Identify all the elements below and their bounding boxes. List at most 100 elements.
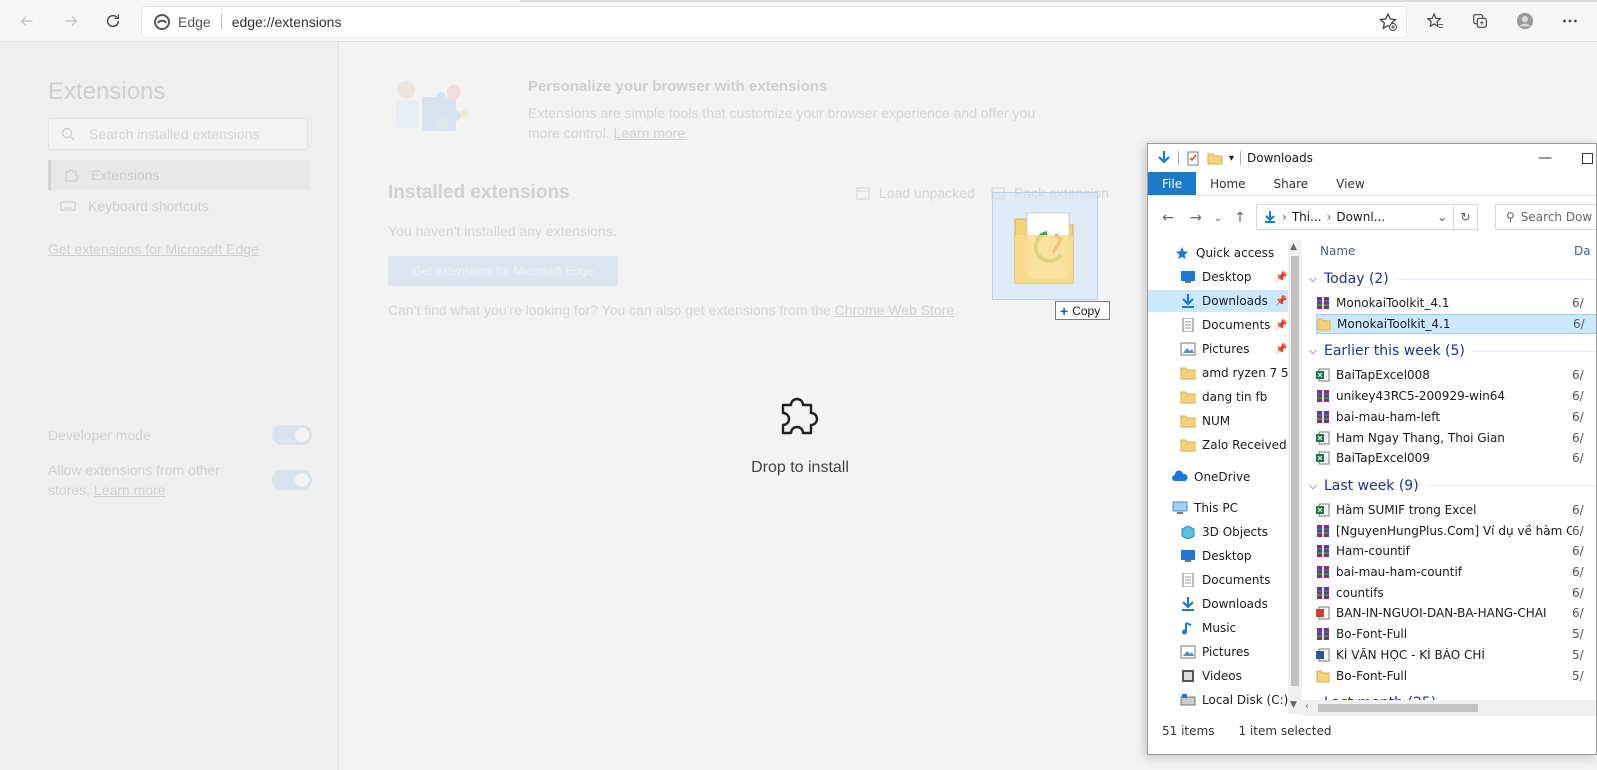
tree-onedrive[interactable]: OneDrive <box>1148 466 1288 488</box>
tree-item-videos[interactable]: Videos <box>1148 665 1288 687</box>
file-group-header[interactable]: ⌵ Earlier this week (5) <box>1306 340 1596 362</box>
tree-item-desktop[interactable]: Desktop 📌 <box>1148 266 1288 288</box>
profile-button[interactable] <box>1510 6 1540 36</box>
favorites-button[interactable] <box>1420 6 1450 36</box>
properties-icon[interactable] <box>1185 150 1201 166</box>
url-text[interactable]: edge://extensions <box>232 14 342 30</box>
address-bar[interactable]: Edge edge://extensions <box>142 7 1406 37</box>
file-group-header[interactable]: ⌵ Today (2) <box>1306 268 1596 290</box>
sidebar-item-keyboard-shortcuts[interactable]: Keyboard shortcuts <box>48 191 310 221</box>
file-row[interactable]: Bo-Font-Full 5/ <box>1316 624 1596 644</box>
chrome-web-store-link[interactable]: Chrome Web Store <box>835 302 955 318</box>
nav-forward-button[interactable]: → <box>1182 210 1210 226</box>
tree-this-pc[interactable]: This PC <box>1148 497 1288 519</box>
tree-item-documents[interactable]: Documents 📌 <box>1148 314 1288 336</box>
breadcrumb-downloads[interactable]: Downl... <box>1336 210 1385 224</box>
column-header-date[interactable]: Da <box>1574 244 1591 258</box>
tree-item-folder[interactable]: NUM <box>1148 410 1288 432</box>
chevron-down-icon[interactable]: ⌵ <box>1306 479 1320 493</box>
file-list-scrollbar[interactable]: ‹ <box>1302 700 1596 716</box>
tree-item-documents[interactable]: Documents <box>1148 569 1288 591</box>
minimize-button[interactable]: — <box>1538 150 1552 166</box>
download-arrow-icon[interactable] <box>1156 150 1172 166</box>
chevron-down-icon[interactable]: ⌄ <box>1437 210 1447 224</box>
add-favorite-icon[interactable] <box>1378 12 1398 32</box>
load-unpacked-button[interactable]: Load unpacked <box>855 185 975 201</box>
breadcrumb-this-pc[interactable]: Thi... <box>1292 210 1322 224</box>
search-extensions-input[interactable]: Search installed extensions <box>48 118 308 150</box>
allow-learn-more-link[interactable]: Learn more <box>94 482 166 498</box>
developer-mode-toggle[interactable] <box>272 425 312 445</box>
new-folder-icon[interactable] <box>1207 150 1223 166</box>
chevron-down-icon[interactable]: ⌵ <box>1306 272 1320 286</box>
file-row[interactable]: bai-mau-ham-left 6/ <box>1316 407 1596 427</box>
explorer-search-input[interactable]: ⚲ Search Dow <box>1495 204 1596 230</box>
file-row[interactable]: [NguyenHungPlus.Com] Ví dụ về hàm C... 6/ <box>1316 521 1596 541</box>
tree-item-folder[interactable]: Zalo Received Fi <box>1148 434 1288 456</box>
group-divider <box>1426 485 1596 487</box>
navigation-scrollbar[interactable]: ▲ ▼ <box>1288 240 1302 714</box>
get-extensions-button[interactable]: Get extensions for Microsoft Edge <box>388 256 618 286</box>
scrollbar-thumb[interactable] <box>1318 704 1478 712</box>
tree-item-3d-objects[interactable]: 3D Objects <box>1148 521 1288 543</box>
ribbon-tab-share[interactable]: Share <box>1260 172 1323 195</box>
tree-item-folder[interactable]: dang tin fb <box>1148 386 1288 408</box>
tree-quick-access[interactable]: Quick access <box>1174 242 1288 264</box>
chevron-down-icon[interactable]: ⌵ <box>1306 344 1320 358</box>
sidebar-item-extensions[interactable]: Extensions <box>48 160 310 190</box>
nav-back-button[interactable]: ← <box>1154 210 1182 226</box>
scrollbar-thumb[interactable] <box>1291 256 1299 686</box>
forward-button[interactable] <box>56 6 86 36</box>
file-row[interactable]: KÍ VĂN HỌC - KÍ BÁO CHÍ 5/ <box>1316 645 1596 665</box>
tree-item-downloads[interactable]: Downloads <box>1148 593 1288 615</box>
file-row[interactable]: Hàm SUMIF trong Excel 6/ <box>1316 500 1596 520</box>
ribbon-tab-home[interactable]: Home <box>1196 172 1259 195</box>
file-name: bai-mau-ham-countif <box>1336 565 1463 579</box>
collections-button[interactable] <box>1465 6 1495 36</box>
file-row[interactable]: Ham Ngay Thang, Thoi Gian 6/ <box>1316 428 1596 448</box>
star-icon <box>1175 246 1189 260</box>
scroll-down-icon[interactable]: ▼ <box>1290 700 1297 710</box>
get-extensions-link[interactable]: Get extensions for Microsoft Edge <box>48 241 259 257</box>
file-group-header[interactable]: ⌵ Last week (9) <box>1306 475 1596 497</box>
folder-icon <box>1317 318 1331 331</box>
file-group-header[interactable]: ⌵Last month (25) <box>1306 692 1596 700</box>
file-row[interactable]: Ham-countif 6/ <box>1316 541 1596 561</box>
tree-item-desktop[interactable]: Desktop <box>1148 545 1288 567</box>
nav-up-button[interactable]: ↑ <box>1226 210 1254 226</box>
file-row[interactable]: BAN-IN-NGUOI-DAN-BA-HANG-CHAI 6/ <box>1316 603 1596 623</box>
maximize-button[interactable] <box>1582 153 1593 164</box>
allow-other-stores-toggle[interactable] <box>272 470 312 490</box>
tree-item-pictures[interactable]: Pictures 📌 <box>1148 338 1288 360</box>
ribbon-tab-view[interactable]: View <box>1322 172 1378 195</box>
recent-locations-button[interactable]: ⌄ <box>1210 213 1226 224</box>
chevron-down-icon[interactable]: ▾ <box>1229 153 1234 164</box>
file-row[interactable]: unikey43RC5-200929-win64 6/ <box>1316 386 1596 406</box>
tree-item-music[interactable]: Music <box>1148 617 1288 639</box>
file-row[interactable]: countifs 6/ <box>1316 583 1596 603</box>
file-row[interactable]: MonokaiToolkit_4.1 6/ <box>1316 293 1596 313</box>
desktop-icon <box>1181 550 1195 562</box>
breadcrumb[interactable]: › Thi... › Downl... ⌄ <box>1256 204 1454 230</box>
file-row[interactable]: Bo-Font-Full 5/ <box>1316 666 1596 686</box>
column-header-name[interactable]: Name <box>1320 244 1355 258</box>
tree-item-pictures[interactable]: Pictures <box>1148 641 1288 663</box>
hero-learn-more-link[interactable]: Learn more <box>614 125 686 141</box>
file-row[interactable]: BaiTapExcel009 6/ <box>1316 448 1596 468</box>
tree-item-local-disk[interactable]: Local Disk (C:) <box>1148 689 1288 710</box>
explorer-refresh-button[interactable]: ↻ <box>1454 204 1478 230</box>
file-row[interactable]: bai-mau-ham-countif 6/ <box>1316 562 1596 582</box>
scroll-up-icon[interactable]: ▲ <box>1290 242 1297 252</box>
file-row[interactable]: MonokaiToolkit_4.1 6/ <box>1316 313 1596 334</box>
tree-item-downloads[interactable]: Downloads 📌 <box>1148 290 1288 312</box>
file-row[interactable]: BaiTapExcel008 6/ <box>1316 365 1596 385</box>
file-date: 6/ <box>1572 523 1584 538</box>
file-date: 5/ <box>1572 627 1584 642</box>
refresh-button[interactable] <box>98 6 128 36</box>
tree-item-folder[interactable]: amd ryzen 7 580 <box>1148 362 1288 384</box>
back-button[interactable] <box>12 6 42 36</box>
settings-more-button[interactable] <box>1555 6 1585 36</box>
tree-label: amd ryzen 7 580 <box>1202 366 1288 380</box>
scroll-left-icon[interactable]: ‹ <box>1305 701 1309 712</box>
ribbon-tab-file[interactable]: File <box>1148 172 1197 195</box>
